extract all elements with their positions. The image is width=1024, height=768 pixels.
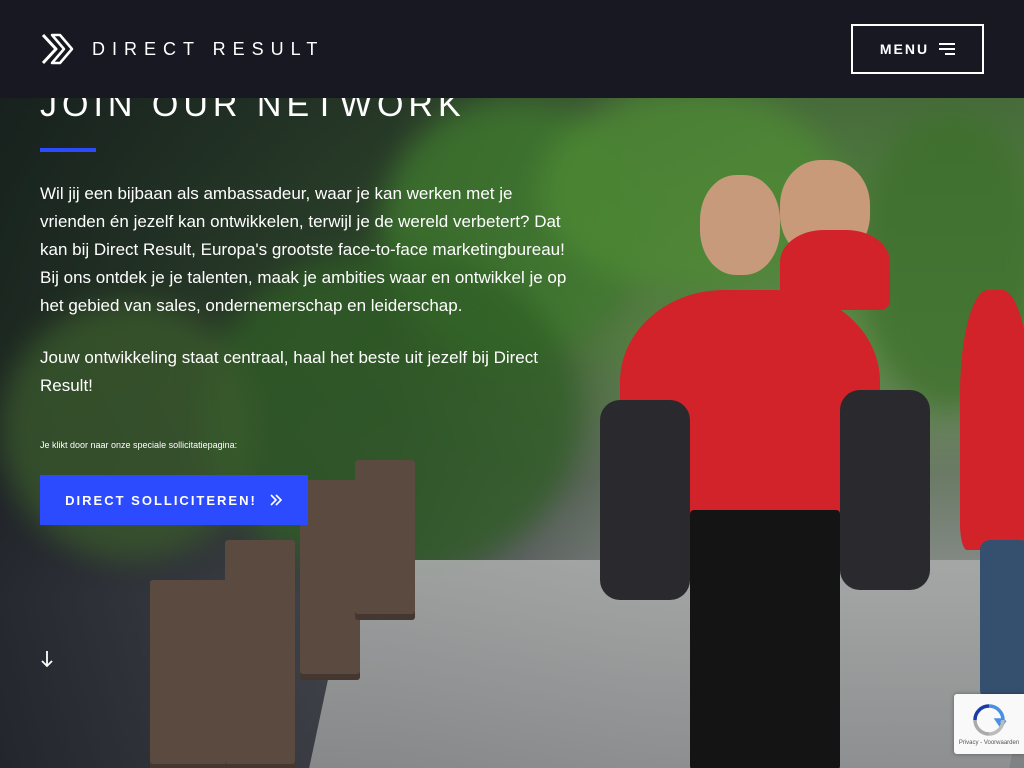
brand-name: DIRECT RESULT — [92, 38, 325, 59]
menu-button[interactable]: MENU — [851, 24, 984, 74]
title-accent-bar — [40, 148, 96, 152]
arrow-down-icon[interactable] — [40, 650, 54, 668]
intro-paragraph-2: Jouw ontwikkeling staat centraal, haal h… — [40, 348, 538, 395]
site-header: DIRECT RESULT MENU — [0, 0, 1024, 98]
hero-content: JOIN OUR NETWORK Wil jij een bijbaan als… — [40, 82, 570, 525]
double-chevron-logo-icon — [41, 33, 74, 65]
apply-button-label: DIRECT SOLLICITEREN! — [65, 492, 257, 508]
hamburger-icon — [939, 43, 956, 55]
intro-paragraph: Wil jij een bijbaan als ambassadeur, waa… — [40, 184, 567, 315]
apply-button[interactable]: DIRECT SOLLICITEREN! — [40, 475, 308, 525]
recaptcha-badge[interactable]: Privacy - Voorwaarden — [954, 694, 1024, 754]
menu-label: MENU — [879, 41, 930, 57]
recaptcha-icon — [973, 704, 1007, 736]
application-note: Je klikt door naar onze speciale sollici… — [40, 440, 238, 450]
recaptcha-links[interactable]: Privacy - Voorwaarden — [959, 740, 1019, 746]
double-chevron-right-icon — [270, 494, 282, 506]
brand-logo-link[interactable]: DIRECT RESULT — [40, 32, 324, 66]
